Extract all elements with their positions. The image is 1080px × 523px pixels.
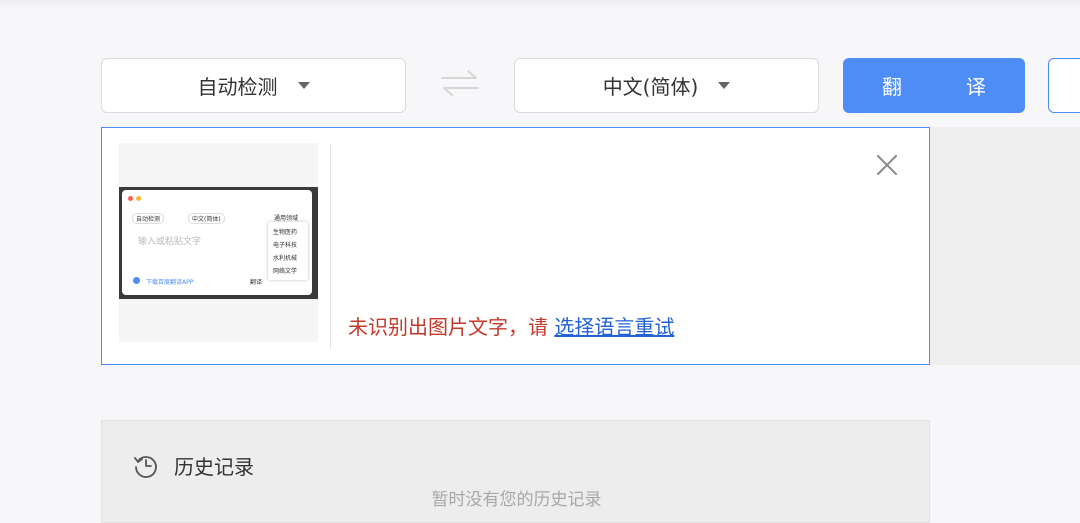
image-thumbnail-area: 自动检测 中文(简体) 通用领域 输入或粘贴文字 生物医药 电子科技 水利机械 … — [119, 143, 318, 342]
source-language-select[interactable]: 自动检测 — [101, 58, 406, 113]
thumb-domain-option: 水利机械 — [273, 255, 298, 262]
history-title: 历史记录 — [174, 455, 254, 479]
thumb-domain-menu: 生物医药 电子科技 水利机械 网络文学 — [268, 222, 308, 280]
target-language-select[interactable]: 中文(简体) — [514, 58, 819, 113]
thumb-download-text: 下载百度翻译APP — [146, 279, 194, 286]
thumb-source-lang: 自动检测 — [132, 213, 165, 224]
panel-divider — [330, 143, 331, 349]
ocr-error-message: 未识别出图片文字，请 选择语言重试 — [348, 311, 674, 340]
thumb-domain-option: 电子科技 — [273, 242, 298, 249]
history-clock-icon — [134, 455, 157, 478]
thumb-placeholder: 输入或粘贴文字 — [138, 237, 202, 247]
secondary-button[interactable] — [1048, 58, 1080, 113]
swap-arrows-icon[interactable] — [438, 66, 482, 100]
thumb-domain-label: 通用领域 — [274, 215, 299, 222]
window-close-dot — [128, 196, 133, 201]
close-icon[interactable] — [872, 150, 902, 180]
history-header: 历史记录 — [132, 451, 254, 480]
ocr-error-text: 未识别出图片文字，请 — [348, 315, 555, 339]
translate-button[interactable]: 翻 译 — [843, 58, 1025, 113]
caret-down-icon — [297, 82, 310, 89]
thumbnail-window: 自动检测 中文(简体) 通用领域 输入或粘贴文字 生物医药 电子科技 水利机械 … — [122, 190, 312, 295]
thumb-app-icon — [133, 277, 140, 284]
target-panel — [930, 127, 1080, 365]
window-min-dot — [136, 196, 141, 201]
toolbar: 自动检测 中文(简体) 翻 译 — [0, 0, 1080, 120]
source-language-label: 自动检测 — [197, 75, 278, 99]
history-panel: 历史记录 暂时没有您的历史记录 — [101, 420, 930, 523]
thumb-domain-option: 网络文学 — [273, 268, 298, 275]
uploaded-image-thumbnail[interactable]: 自动检测 中文(简体) 通用领域 输入或粘贴文字 生物医药 电子科技 水利机械 … — [119, 187, 318, 299]
thumb-target-lang: 中文(简体) — [188, 213, 225, 224]
source-panel: 自动检测 中文(简体) 通用领域 输入或粘贴文字 生物医药 电子科技 水利机械 … — [101, 127, 930, 365]
history-empty-message: 暂时没有您的历史记录 — [431, 490, 602, 510]
thumb-domain-option: 生物医药 — [273, 229, 298, 236]
retry-language-link[interactable]: 选择语言重试 — [554, 315, 674, 339]
caret-down-icon — [718, 82, 731, 89]
thumb-translate-text: 翻译 — [250, 279, 263, 286]
target-language-label: 中文(简体) — [602, 75, 699, 99]
